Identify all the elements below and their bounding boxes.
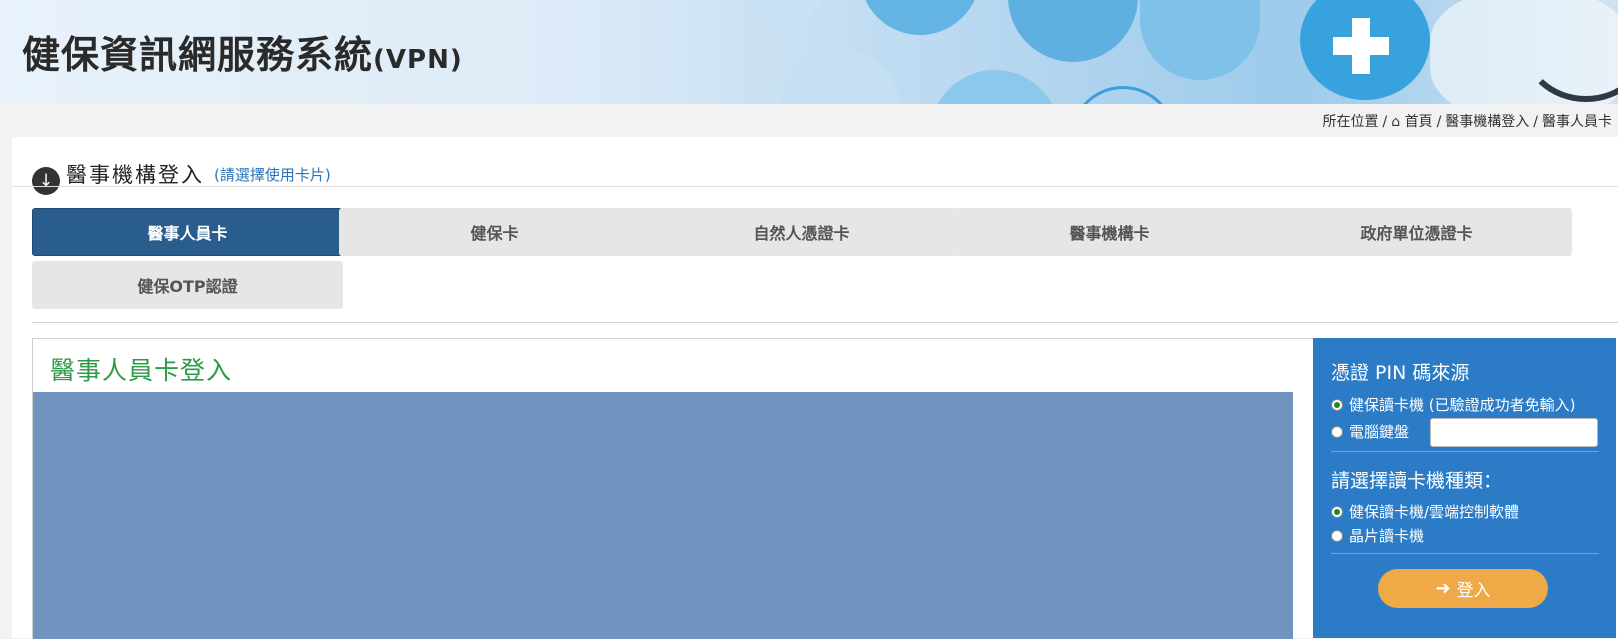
radio-label: 健保讀卡機/雲端控制軟體 bbox=[1349, 503, 1520, 521]
reader-option-chip-reader[interactable]: 晶片讀卡機 bbox=[1331, 525, 1424, 546]
tab-health-insurance-card[interactable]: 健保卡 bbox=[339, 208, 650, 256]
login-options-panel: 憑證 PIN 碼來源 健保讀卡機 (已驗證成功者免輸入) 電腦鍵盤 請選擇讀卡機… bbox=[1313, 338, 1616, 638]
breadcrumb-separator: / bbox=[1436, 114, 1442, 130]
radio-label: 電腦鍵盤 bbox=[1349, 423, 1410, 441]
radio-button[interactable] bbox=[1331, 505, 1343, 518]
breadcrumb-separator: / bbox=[1382, 114, 1388, 130]
banner-decoration bbox=[1070, 86, 1176, 104]
site-title[interactable]: 健保資訊網服務系統(VPN) bbox=[22, 24, 463, 79]
arrow-down-circle-icon: ↓ bbox=[32, 167, 60, 195]
pin-option-card-reader[interactable]: 健保讀卡機 (已驗證成功者免輸入) bbox=[1331, 394, 1575, 415]
section-title: 醫事機構登入 bbox=[66, 163, 204, 187]
site-title-suffix: (VPN) bbox=[373, 45, 463, 75]
radio-button[interactable] bbox=[1331, 529, 1343, 542]
section-subtitle: (請選擇使用卡片) bbox=[214, 165, 331, 184]
divider bbox=[1331, 451, 1599, 452]
breadcrumb: 所在位置 / ⌂ 首頁 / 醫事機構登入 / 醫事人員卡 bbox=[1323, 111, 1613, 131]
pin-input[interactable] bbox=[1430, 418, 1598, 447]
banner-decoration bbox=[1008, 0, 1138, 62]
breadcrumb-home-link[interactable]: 首頁 bbox=[1405, 114, 1433, 130]
banner-decoration bbox=[860, 0, 980, 35]
radio-label: 晶片讀卡機 bbox=[1349, 527, 1425, 545]
login-title: 醫事人員卡登入 bbox=[50, 356, 233, 385]
tab-otp-auth[interactable]: 健保OTP認證 bbox=[32, 261, 343, 309]
banner-decoration bbox=[930, 70, 1060, 104]
tab-medical-institution-card[interactable]: 醫事機構卡 bbox=[954, 208, 1265, 256]
breadcrumb-link-login[interactable]: 醫事機構登入 bbox=[1445, 114, 1529, 130]
section-header: ↓ 醫事機構登入 (請選擇使用卡片) bbox=[32, 153, 331, 195]
home-icon[interactable]: ⌂ bbox=[1391, 114, 1400, 130]
breadcrumb-current: 醫事人員卡 bbox=[1542, 114, 1612, 130]
radio-button[interactable] bbox=[1331, 398, 1343, 411]
banner-decoration bbox=[1140, 0, 1260, 80]
login-box: 醫事人員卡登入 bbox=[32, 338, 1324, 639]
login-button-label: 登入 bbox=[1456, 581, 1491, 601]
medical-cross-icon bbox=[1333, 18, 1389, 74]
site-title-text: 健保資訊網服務系統 bbox=[22, 33, 374, 77]
radio-label: 健保讀卡機 (已驗證成功者免輸入) bbox=[1349, 396, 1576, 414]
pin-option-keyboard[interactable]: 電腦鍵盤 bbox=[1331, 421, 1409, 442]
radio-button[interactable] bbox=[1331, 425, 1343, 438]
banner-decoration bbox=[780, 50, 900, 104]
tab-government-certificate-card[interactable]: 政府單位憑證卡 bbox=[1261, 208, 1572, 256]
sign-in-icon: ➜ bbox=[1435, 578, 1451, 599]
tab-citizen-certificate-card[interactable]: 自然人憑證卡 bbox=[646, 208, 957, 256]
login-button[interactable]: ➜ 登入 bbox=[1378, 569, 1548, 608]
breadcrumb-prefix: 所在位置 bbox=[1322, 114, 1379, 130]
login-content-area bbox=[33, 392, 1293, 639]
divider bbox=[1331, 553, 1599, 554]
divider bbox=[12, 186, 1618, 187]
reader-type-heading: 請選擇讀卡機種類： bbox=[1331, 470, 1503, 492]
reader-option-health-reader[interactable]: 健保讀卡機/雲端控制軟體 bbox=[1331, 501, 1519, 522]
breadcrumb-separator: / bbox=[1533, 114, 1538, 130]
tab-medical-staff-card[interactable]: 醫事人員卡 bbox=[32, 208, 343, 256]
banner-decoration bbox=[732, 0, 832, 20]
main-panel: ↓ 醫事機構登入 (請選擇使用卡片) 醫事人員卡 健保卡 自然人憑證卡 醫事機構… bbox=[12, 137, 1618, 639]
pin-source-heading: 憑證 PIN 碼來源 bbox=[1331, 362, 1470, 384]
divider bbox=[32, 322, 1618, 323]
header-banner: 健保資訊網服務系統(VPN) bbox=[0, 0, 1618, 104]
